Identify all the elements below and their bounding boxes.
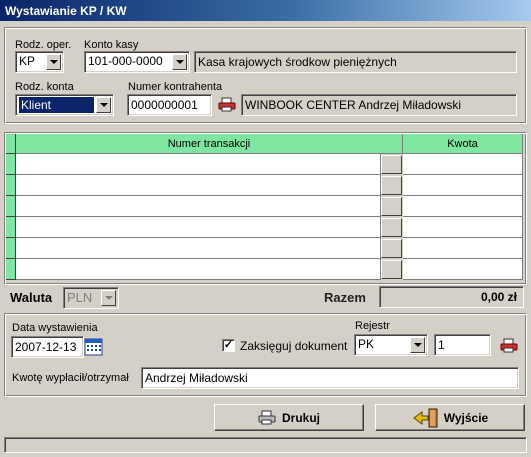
op-type-select[interactable]: KP — [15, 51, 64, 73]
currency-label: Waluta — [10, 290, 53, 305]
chevron-down-icon[interactable] — [172, 54, 187, 70]
currency-value: PLN — [67, 290, 93, 305]
register-select[interactable]: PK — [354, 334, 428, 356]
lookup-button[interactable] — [381, 176, 402, 195]
transaction-cell[interactable] — [16, 259, 381, 280]
calendar-icon[interactable] — [84, 337, 103, 356]
post-document-checkbox[interactable]: ✓ — [222, 339, 235, 352]
account-type-label: Rodz. konta — [15, 81, 74, 93]
row-indicator[interactable] — [6, 238, 16, 259]
row-indicator[interactable] — [6, 259, 16, 280]
lookup-button[interactable] — [381, 260, 402, 279]
payee-label: Kwotę wypłacił/otrzymał — [12, 372, 129, 384]
account-type-select[interactable]: Klient — [15, 94, 114, 116]
status-bar — [4, 437, 527, 453]
table-row[interactable] — [6, 259, 523, 280]
row-indicator[interactable] — [6, 217, 16, 238]
transaction-cell[interactable] — [16, 175, 381, 196]
op-type-label: Rodz. oper. — [15, 39, 72, 51]
lookup-button[interactable] — [381, 197, 402, 216]
payee-input[interactable]: Andrzej Miładowski — [141, 367, 519, 389]
chevron-down-icon[interactable] — [410, 337, 425, 353]
transaction-cell[interactable] — [16, 154, 381, 175]
cash-account-label: Konto kasy — [84, 39, 139, 51]
contractor-number-label: Numer kontrahenta — [128, 81, 223, 93]
cash-account-select[interactable]: 101-000-0000 — [84, 51, 190, 73]
lookup-button[interactable] — [381, 155, 402, 174]
amount-cell[interactable] — [403, 154, 523, 175]
amount-cell[interactable] — [403, 196, 523, 217]
chevron-down-icon[interactable] — [96, 97, 111, 113]
amount-cell[interactable] — [403, 217, 523, 238]
printer-icon — [258, 410, 276, 426]
column-header-transaction[interactable]: Numer transakcji — [16, 134, 403, 154]
table-row[interactable] — [6, 175, 523, 196]
cash-account-value: 101-000-0000 — [88, 54, 163, 68]
issue-date-input[interactable]: 2007-12-13 — [11, 336, 84, 358]
transaction-cell[interactable] — [16, 238, 381, 259]
register-value: PK — [358, 337, 375, 351]
chevron-down-icon[interactable] — [46, 54, 61, 70]
table-row[interactable] — [6, 217, 523, 238]
transactions-grid: Numer transakcji Kwota — [6, 134, 525, 283]
post-document-label[interactable]: Zaksięguj dokument — [240, 339, 347, 353]
transaction-cell[interactable] — [16, 196, 381, 217]
exit-button[interactable]: Wyjście — [375, 404, 525, 431]
amount-cell[interactable] — [403, 175, 523, 196]
lookup-button[interactable] — [381, 218, 402, 237]
printer-icon[interactable] — [500, 338, 518, 354]
op-type-value: KP — [19, 54, 36, 68]
lookup-button[interactable] — [381, 239, 402, 258]
grid-corner — [6, 134, 16, 154]
table-row[interactable] — [6, 154, 523, 175]
row-indicator[interactable] — [6, 196, 16, 217]
table-row[interactable] — [6, 196, 523, 217]
print-button[interactable]: Drukuj — [214, 404, 364, 431]
register-label: Rejestr — [355, 320, 390, 332]
table-row[interactable] — [6, 238, 523, 259]
exit-door-icon — [412, 408, 438, 428]
issue-date-label: Data wystawienia — [12, 322, 98, 334]
currency-select: PLN — [63, 287, 119, 309]
total-value: 0,00 zł — [379, 286, 524, 308]
lookup-icon[interactable] — [218, 97, 236, 113]
contractor-number-input[interactable]: 0000000001 — [127, 94, 212, 116]
register-number-input[interactable]: 1 — [434, 334, 491, 356]
transaction-cell[interactable] — [16, 217, 381, 238]
total-label: Razem — [324, 290, 366, 305]
account-type-value: Klient — [19, 97, 94, 113]
print-button-label: Drukuj — [281, 410, 320, 425]
row-indicator[interactable] — [6, 154, 16, 175]
cash-account-name: Kasa krajowych środkow pieniężnych — [194, 51, 517, 73]
contractor-name: WINBOOK CENTER Andrzej Miładowski — [241, 94, 517, 116]
chevron-down-icon — [101, 290, 116, 306]
row-indicator[interactable] — [6, 175, 16, 196]
exit-button-label: Wyjście — [443, 410, 489, 425]
column-header-amount[interactable]: Kwota — [403, 134, 523, 154]
window-title: Wystawianie KP / KW — [0, 0, 531, 21]
amount-cell[interactable] — [403, 238, 523, 259]
amount-cell[interactable] — [403, 259, 523, 280]
